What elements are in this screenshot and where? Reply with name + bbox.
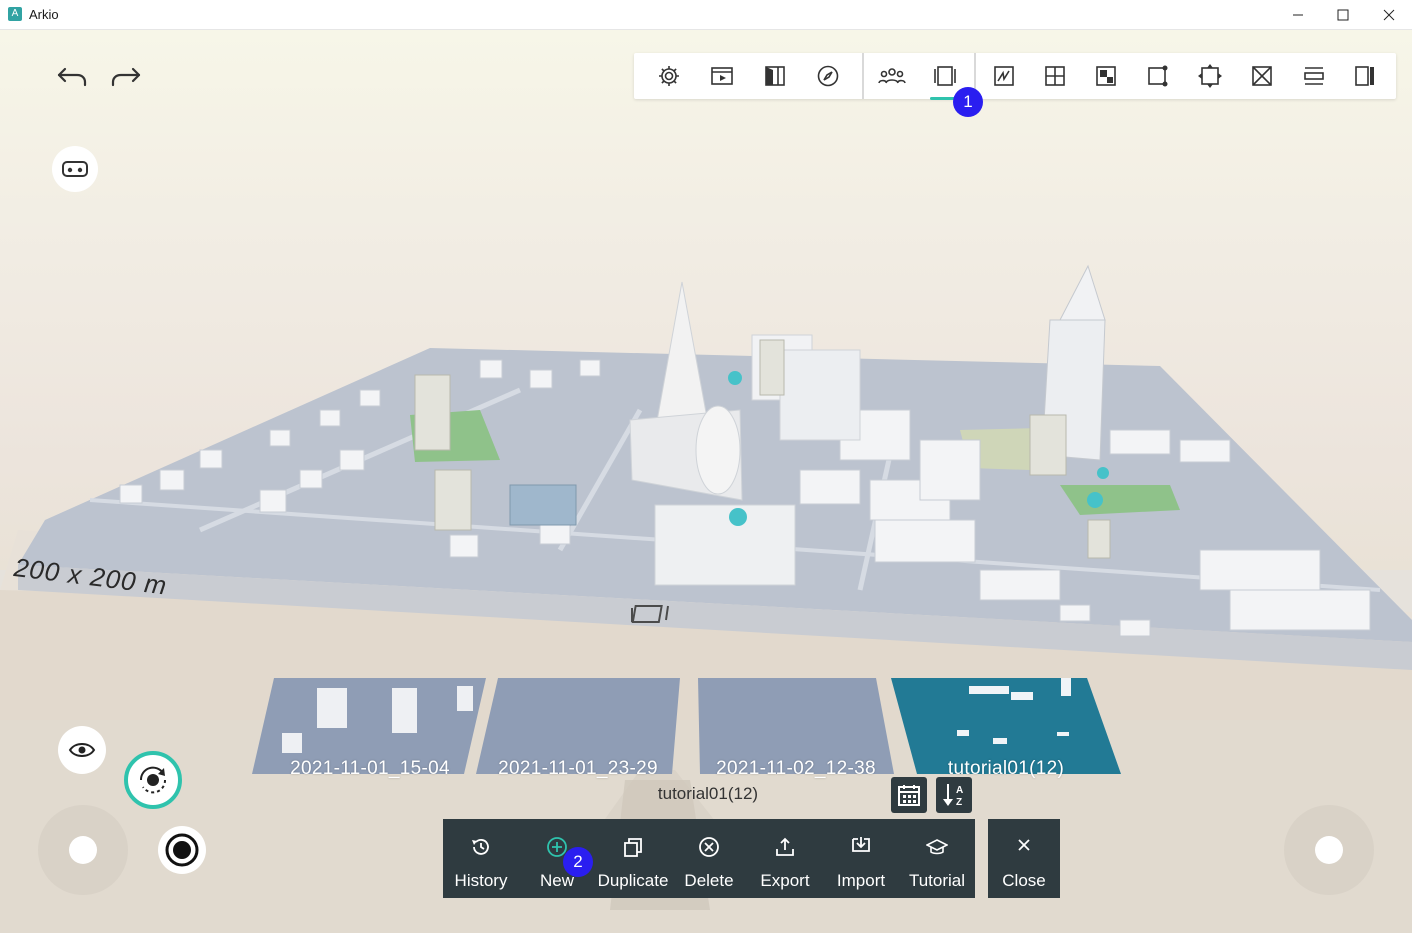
- history-icon: [472, 839, 489, 855]
- side-panel-icon: [1355, 66, 1374, 86]
- close-boards-button[interactable]: Close: [988, 819, 1060, 898]
- duplicate-button[interactable]: Duplicate: [595, 819, 671, 898]
- settings-button[interactable]: [655, 62, 683, 90]
- record-button[interactable]: [158, 826, 206, 874]
- sort-alphabetical-button[interactable]: A Z: [936, 777, 972, 813]
- maximize-icon: [1337, 9, 1349, 21]
- maximize-button[interactable]: [1320, 0, 1366, 30]
- export-label: Export: [760, 871, 810, 890]
- split-view-button[interactable]: [761, 62, 789, 90]
- compass-button[interactable]: [814, 62, 842, 90]
- thumbnail-label: 2021-11-01_15-04: [290, 758, 450, 779]
- model-thumbnail-selected[interactable]: tutorial01(12): [891, 668, 1121, 779]
- eye-icon: [68, 743, 96, 757]
- orbit-button[interactable]: [124, 751, 182, 809]
- export-button[interactable]: Export: [747, 819, 823, 898]
- visibility-button[interactable]: [58, 726, 106, 774]
- delete-label: Delete: [684, 871, 734, 890]
- undo-button[interactable]: [52, 59, 92, 95]
- current-model-name: tutorial01(12): [657, 784, 759, 803]
- calendar-sort-icon: [898, 785, 920, 806]
- joystick-knob[interactable]: [1315, 836, 1343, 864]
- crossed-box-button[interactable]: [1248, 62, 1276, 90]
- model-boards-icon: [934, 66, 956, 86]
- svg-text:A: A: [956, 785, 963, 796]
- sort-by-date-button[interactable]: [891, 777, 927, 813]
- close-icon: [1383, 9, 1395, 21]
- select-area-button[interactable]: [1196, 62, 1224, 90]
- vr-mode-button[interactable]: [52, 146, 98, 192]
- section-icon: [1304, 67, 1324, 85]
- grid-icon: [1045, 66, 1065, 86]
- import-label: Import: [836, 871, 886, 890]
- minimize-button[interactable]: [1275, 0, 1321, 30]
- history-label: History: [454, 871, 508, 890]
- compass-icon: [817, 65, 839, 87]
- resize-icon: [1148, 65, 1168, 87]
- thumbnail-label: 2021-11-01_23-29: [498, 758, 658, 779]
- thumbnail-label: 2021-11-02_12-38: [716, 758, 876, 779]
- delete-icon: [699, 837, 719, 857]
- delete-button[interactable]: Delete: [671, 819, 747, 898]
- model-boards-button[interactable]: [931, 62, 959, 90]
- svg-text:Z: Z: [956, 797, 962, 808]
- collaborators-icon: [878, 68, 906, 84]
- title-bar: A Arkio: [0, 0, 1412, 30]
- arkio-logo-icon: A: [8, 7, 22, 21]
- move-joystick[interactable]: [38, 805, 128, 895]
- close-icon: [1018, 839, 1030, 851]
- checker-button[interactable]: [1092, 62, 1120, 90]
- redo-icon: [111, 67, 141, 87]
- duplicate-icon: [624, 838, 642, 857]
- step-badge-1: 1: [953, 87, 983, 117]
- import-icon: [852, 837, 870, 852]
- undo-icon: [57, 67, 87, 87]
- sketch-icon: [994, 66, 1014, 86]
- model-thumbnail[interactable]: 2021-11-01_23-29: [476, 678, 680, 779]
- grid-button[interactable]: [1041, 62, 1069, 90]
- main-toolbar: [634, 53, 1396, 99]
- presentation-button[interactable]: [708, 62, 736, 90]
- close-label: Close: [1002, 871, 1046, 890]
- model-thumbnail[interactable]: 2021-11-01_15-04: [252, 678, 488, 779]
- checker-icon: [1096, 66, 1116, 86]
- step-badge-2: 2: [563, 847, 593, 877]
- tutorial-label: Tutorial: [908, 871, 966, 890]
- presentation-icon: [711, 67, 733, 85]
- model-thumbnail[interactable]: 2021-11-02_12-38: [698, 678, 894, 779]
- orbit-icon: [139, 766, 167, 794]
- tutorial-button[interactable]: Tutorial: [899, 819, 975, 898]
- joystick-knob[interactable]: [69, 836, 97, 864]
- resize-button[interactable]: [1144, 62, 1172, 90]
- history-button[interactable]: History: [443, 819, 519, 898]
- sketch-button[interactable]: [990, 62, 1018, 90]
- alpha-sort-icon: A Z: [943, 784, 963, 808]
- toolbar-divider: [862, 53, 864, 99]
- import-button[interactable]: Import: [823, 819, 899, 898]
- window-title: Arkio: [29, 7, 59, 22]
- collaborators-button[interactable]: [878, 62, 906, 90]
- export-icon: [776, 837, 794, 856]
- vr-headset-icon: [62, 161, 88, 177]
- look-joystick[interactable]: [1284, 805, 1374, 895]
- settings-icon: [659, 66, 679, 86]
- select-area-icon: [1198, 64, 1222, 88]
- side-panel-button[interactable]: [1351, 62, 1379, 90]
- redo-button[interactable]: [106, 59, 146, 95]
- crossed-box-icon: [1252, 66, 1272, 86]
- duplicate-label: Duplicate: [597, 871, 669, 890]
- board-actions-bar: History New Duplicate Delete Export Impo…: [443, 819, 975, 898]
- split-view-icon: [765, 66, 785, 86]
- minimize-icon: [1293, 14, 1303, 16]
- close-window-button[interactable]: [1366, 0, 1412, 30]
- 3d-viewport[interactable]: 200 x 200 m 1 2021-11-01_15-04 2021-11-0…: [0, 30, 1412, 933]
- section-button[interactable]: [1300, 62, 1328, 90]
- record-icon: [165, 833, 199, 867]
- graduation-cap-icon: [926, 839, 948, 855]
